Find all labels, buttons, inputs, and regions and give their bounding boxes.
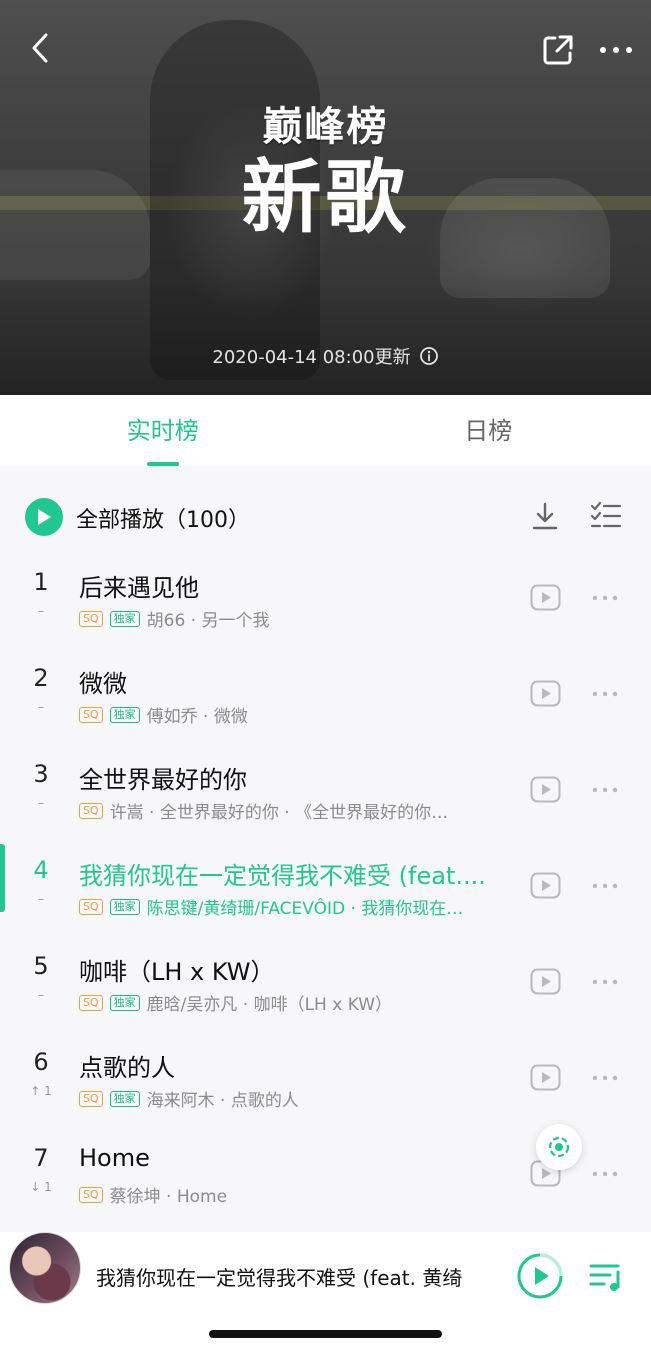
song-rank: 1 [33,568,49,596]
song-rank: 2 [33,664,49,692]
sq-badge: SQ [79,994,103,1011]
share-icon [543,35,573,65]
song-trend: – [38,988,44,1002]
song-trend: – [38,892,44,906]
play-all-bar: 全部播放（100） [0,466,651,566]
locate-icon [548,1136,570,1158]
song-artist-album: 鹿晗/吴亦凡 · 咖啡（LH x KW） [146,995,393,1015]
song-artist-album: 许嵩 · 全世界最好的你 · 《全世界最好的你… [109,803,449,823]
song-title: Home [79,1144,150,1172]
song-trend-down: ↓ 1 [30,1180,52,1194]
song-rank: 4 [33,856,49,884]
more-options-button[interactable] [596,32,636,68]
play-mv-icon[interactable] [530,776,561,803]
song-artist-album: 蔡徐坤 · Home [109,1187,228,1207]
play-mv-icon[interactable] [530,1064,561,1091]
banner-decoration [0,275,651,395]
song-title: 全世界最好的你 [79,766,247,794]
more-dots-icon[interactable] [590,1162,620,1186]
song-artist-album: 傅如乔 · 微微 [146,707,248,727]
exclusive-badge: 独家 [109,610,140,627]
album-cover[interactable] [9,1232,81,1304]
song-rank: 7 [33,1144,49,1172]
more-dots-icon[interactable] [590,586,620,610]
song-title: 点歌的人 [79,1054,175,1082]
play-icon [38,509,51,525]
song-trend-up: ↑ 1 [30,1084,52,1098]
song-meta: SQ 独家 陈思键/黄绮珊/FACEVÔID · 我猜你现在… [79,894,519,919]
sq-badge: SQ [79,610,103,627]
sq-badge: SQ [79,898,103,915]
chart-tabs: 实时榜 日榜 [0,395,651,466]
more-dots-icon[interactable] [590,970,620,994]
play-all-label[interactable]: 全部播放（100） [76,502,250,534]
song-row[interactable]: 6 ↑ 1 点歌的人 SQ 独家 海来阿木 · 点歌的人 [0,1032,651,1128]
song-meta: SQ 独家 鹿晗/吴亦凡 · 咖啡（LH x KW） [79,990,519,1015]
sq-badge: SQ [79,1186,103,1203]
update-time: 2020-04-14 08:00更新 [212,347,411,368]
playlist-queue-icon[interactable] [588,1260,624,1294]
song-trend: – [38,700,44,714]
chevron-left-icon [32,33,48,63]
more-dots-icon[interactable] [590,682,620,706]
play-mv-icon[interactable] [530,872,561,899]
exclusive-badge: 独家 [109,706,140,723]
song-row[interactable]: 2 – 微微 SQ 独家 傅如乔 · 微微 [0,648,651,744]
exclusive-badge: 独家 [109,994,140,1011]
song-meta: SQ 独家 海来阿木 · 点歌的人 [79,1086,519,1111]
song-title: 后来遇见他 [79,574,199,602]
multi-select-icon[interactable] [590,500,622,530]
info-icon[interactable] [419,346,439,366]
song-artist-album: 海来阿木 · 点歌的人 [146,1091,299,1111]
share-button[interactable] [540,32,576,68]
play-mv-icon[interactable] [530,584,561,611]
chart-banner: 巅峰榜 新歌 2020-04-14 08:00更新 [0,0,651,395]
play-mv-icon[interactable] [530,968,561,995]
song-rank: 3 [33,760,49,788]
exclusive-badge: 独家 [109,1090,140,1107]
song-list: 1 – 后来遇见他 SQ 独家 胡66 · 另一个我 2 – 微微 SQ 独家 … [0,552,651,1224]
song-title: 我猜你现在一定觉得我不难受 (feat.... [79,862,486,890]
song-rank: 6 [33,1048,49,1076]
song-row[interactable]: 5 – 咖啡（LH x KW） SQ 独家 鹿晗/吴亦凡 · 咖啡（LH x K… [0,936,651,1032]
sq-badge: SQ [79,802,103,819]
play-all-button[interactable] [25,498,63,536]
now-playing-title[interactable]: 我猜你现在一定觉得我不难受 (feat. 黄绮 [96,1262,498,1291]
song-rank: 5 [33,952,49,980]
tab-daily[interactable]: 日榜 [326,395,651,466]
song-title: 微微 [79,670,127,698]
update-info: 2020-04-14 08:00更新 [0,343,651,369]
play-pause-button[interactable] [516,1252,564,1300]
song-meta: SQ 独家 傅如乔 · 微微 [79,702,519,727]
song-artist-album: 胡66 · 另一个我 [146,611,270,631]
song-meta: SQ 蔡徐坤 · Home [79,1182,519,1207]
locate-current-song-button[interactable] [536,1124,582,1170]
song-row-current[interactable]: 4 – 我猜你现在一定觉得我不难受 (feat.... SQ 独家 陈思键/黄绮… [0,840,651,936]
tab-realtime[interactable]: 实时榜 [0,395,326,466]
more-dots-icon[interactable] [590,778,620,802]
song-title: 咖啡（LH x KW） [79,958,275,986]
home-indicator[interactable] [209,1330,442,1338]
more-dots-icon [600,47,632,53]
sq-badge: SQ [79,706,103,723]
download-icon[interactable] [530,500,560,532]
song-meta: SQ 独家 胡66 · 另一个我 [79,606,519,631]
chart-title: 新歌 [241,151,410,244]
song-row[interactable]: 1 – 后来遇见他 SQ 独家 胡66 · 另一个我 [0,552,651,648]
sq-badge: SQ [79,1090,103,1107]
chart-logo: 巅峰榜 [262,104,389,150]
song-trend: – [38,604,44,618]
exclusive-badge: 独家 [109,898,140,915]
song-trend: – [38,796,44,810]
song-row[interactable]: 3 – 全世界最好的你 SQ 许嵩 · 全世界最好的你 · 《全世界最好的你… [0,744,651,840]
song-artist-album: 陈思键/黄绮珊/FACEVÔID · 我猜你现在… [146,899,464,919]
more-dots-icon[interactable] [590,874,620,898]
more-dots-icon[interactable] [590,1066,620,1090]
back-button[interactable] [22,30,58,66]
song-meta: SQ 许嵩 · 全世界最好的你 · 《全世界最好的你… [79,798,519,823]
play-mv-icon[interactable] [530,680,561,707]
